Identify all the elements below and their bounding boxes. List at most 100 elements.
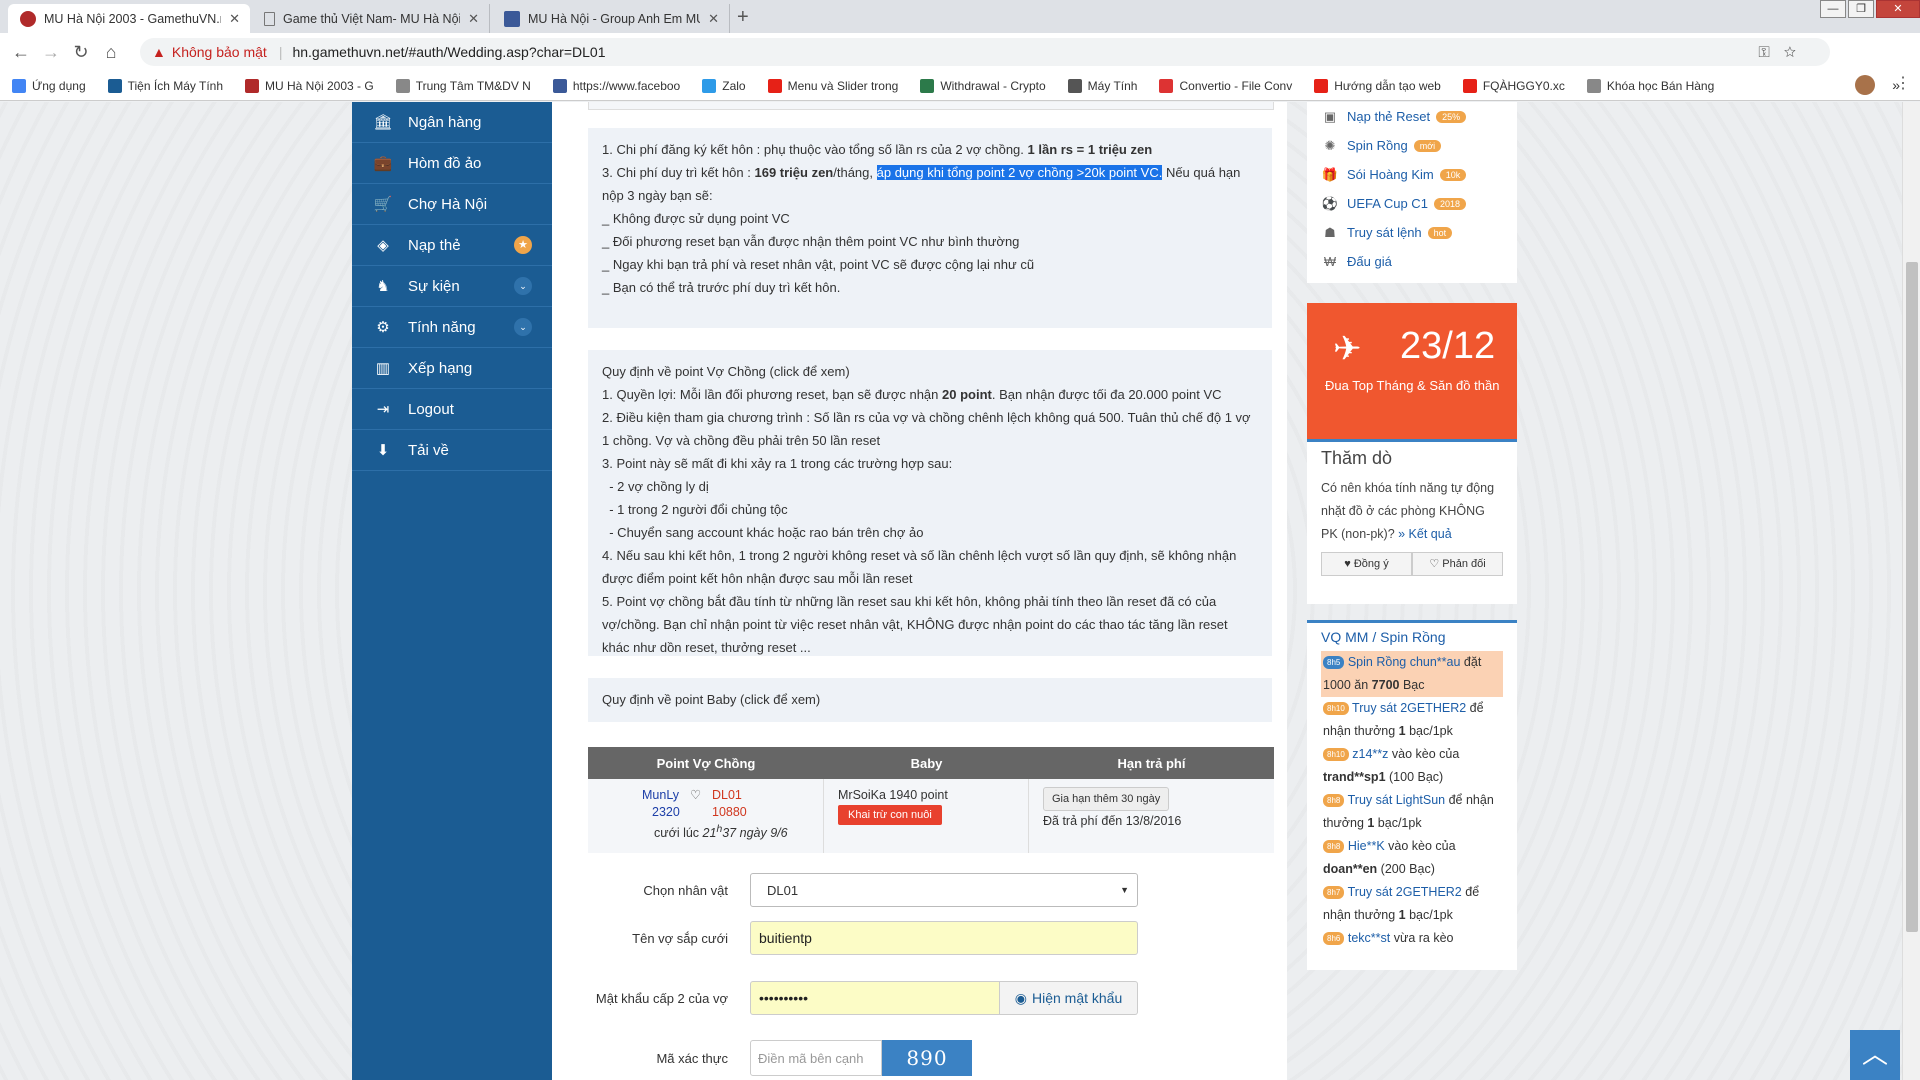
wife-name[interactable]: DL01 bbox=[712, 788, 742, 802]
sidebar-item[interactable]: ▥ Xếp hạng bbox=[352, 348, 552, 389]
sidebar-item[interactable]: 💼 Hòm đồ ảo bbox=[352, 143, 552, 184]
tab-title: MU Hà Nội - Group Anh Em MU bbox=[528, 11, 701, 26]
rule-line: - Chuyển sang account khác hoặc rao bán … bbox=[602, 525, 924, 540]
player-link[interactable]: Spin Rồng chun**au bbox=[1348, 655, 1461, 669]
scrollbar-thumb[interactable] bbox=[1906, 262, 1918, 932]
captcha-input[interactable]: Điền mã bên cạnh bbox=[750, 1040, 882, 1076]
bookmark-item[interactable]: Khóa học Bán Hàng bbox=[1586, 79, 1714, 93]
player-link[interactable]: tekc**st bbox=[1348, 931, 1390, 945]
close-tab-icon[interactable]: ✕ bbox=[708, 11, 719, 27]
rule-1: 1. Quyền lợi: Mỗi lần đối phương reset, … bbox=[602, 383, 1258, 406]
character-select[interactable]: DL01 ▼ bbox=[750, 873, 1138, 907]
spouse-name-input[interactable]: buitientp bbox=[750, 921, 1138, 955]
time-badge: 8h8 bbox=[1323, 840, 1345, 854]
bookmark-item[interactable]: Menu và Slider trong bbox=[767, 79, 898, 93]
reload-icon[interactable]: ↻ bbox=[66, 42, 96, 63]
time-badge: 8h7 bbox=[1323, 886, 1345, 900]
captcha-image[interactable]: 890 bbox=[882, 1040, 972, 1076]
rules-title[interactable]: Quy định về point Vợ Chồng (click để xem… bbox=[602, 360, 1258, 383]
feed-text: vào kèo của bbox=[1388, 747, 1460, 761]
sidebar-item[interactable]: 🛒 Chợ Hà Nội bbox=[352, 184, 552, 225]
agree-button[interactable]: ♥ Đồng ý bbox=[1321, 552, 1412, 576]
remove-baby-button[interactable]: Khai trừ con nuôi bbox=[838, 805, 942, 825]
security-status[interactable]: Không bảo mật bbox=[172, 44, 267, 60]
quick-link[interactable]: ☗ Truy sát lệnh hot bbox=[1321, 218, 1503, 247]
bookmark-item[interactable]: MU Hà Nội 2003 - G bbox=[245, 79, 374, 93]
baby-rules-panel[interactable]: Quy định về point Baby (click để xem) bbox=[588, 678, 1272, 722]
baby-rules-title[interactable]: Quy định về point Baby (click để xem) bbox=[602, 688, 1258, 711]
sidebar-item-label: Tải về bbox=[408, 441, 449, 459]
bookmark-item[interactable]: Zalo bbox=[702, 79, 746, 93]
password-input[interactable]: •••••••••• bbox=[750, 981, 1000, 1015]
bookmark-item[interactable]: Hướng dẫn tạo web bbox=[1314, 79, 1441, 93]
bookmark-item[interactable]: FQÀHGGY0.xc bbox=[1462, 79, 1565, 93]
bookmark-item[interactable]: Trung Tâm TM&DV N bbox=[395, 79, 531, 93]
tab-game-thu[interactable]: Game thủ Việt Nam- MU Hà Nội ✕ bbox=[252, 4, 490, 33]
bookmark-item[interactable]: Convertio - File Conv bbox=[1159, 79, 1292, 93]
link-icon: ✺ bbox=[1324, 137, 1336, 153]
button-label: Hiện mật khẩu bbox=[1031, 990, 1123, 1006]
forward-icon[interactable]: → bbox=[36, 42, 66, 63]
player-link[interactable]: z14**z bbox=[1352, 747, 1388, 761]
sidebar-item[interactable]: ⚙ Tính năng ⌄ bbox=[352, 307, 552, 348]
back-icon[interactable]: ← bbox=[6, 42, 36, 63]
poll-result-link[interactable]: » Kết quả bbox=[1398, 527, 1452, 541]
close-window-icon[interactable]: ✕ bbox=[1876, 0, 1920, 18]
new-tab-icon[interactable]: + bbox=[737, 6, 749, 29]
text-bold: 1 lần rs = 1 triệu zen bbox=[1027, 142, 1153, 157]
close-tab-icon[interactable]: ✕ bbox=[229, 11, 240, 27]
bookmark-item[interactable]: Withdrawal - Crypto bbox=[920, 79, 1046, 93]
quick-link[interactable]: ▣ Nạp thẻ Reset 25% bbox=[1321, 102, 1503, 131]
tab-facebook-group[interactable]: MU Hà Nội - Group Anh Em MU ✕ bbox=[492, 4, 730, 33]
home-icon[interactable]: ⌂ bbox=[96, 42, 126, 63]
feed-title[interactable]: VQ MM / Spin Rồng bbox=[1321, 629, 1503, 645]
close-tab-icon[interactable]: ✕ bbox=[468, 11, 479, 27]
key-icon[interactable]: ⚿ bbox=[1758, 44, 1783, 61]
bookmark-item[interactable]: Tiện Ích Máy Tính bbox=[107, 79, 223, 93]
disagree-button[interactable]: ♡ Phản đối bbox=[1412, 552, 1503, 576]
sidebar-item-label: Tính năng bbox=[408, 318, 476, 336]
player-link[interactable]: Hie**K bbox=[1348, 839, 1385, 853]
bookmark-item[interactable]: Ứng dụng bbox=[12, 79, 86, 93]
sidebar-item[interactable]: ⬇ Tải về bbox=[352, 430, 552, 471]
show-password-button[interactable]: ◉ Hiện mật khẩu bbox=[1000, 981, 1138, 1015]
tab-mu-hanoi[interactable]: MU Hà Nội 2003 - GamethuVN.n ✕ bbox=[8, 4, 250, 33]
quick-link[interactable]: ⚽ UEFA Cup C1 2018 bbox=[1321, 189, 1503, 218]
restore-icon[interactable]: ❐ bbox=[1848, 0, 1874, 18]
player-link[interactable]: Truy sát LightSun bbox=[1348, 793, 1446, 807]
quick-link[interactable]: 🎁 Sói Hoàng Kim 10k bbox=[1321, 160, 1503, 189]
chevron-down-icon[interactable]: ⌄ bbox=[514, 318, 532, 336]
player-link[interactable]: Truy sát 2GETHER2 bbox=[1352, 701, 1466, 715]
table-header: Point Vợ Chồng Baby Hạn trả phí bbox=[588, 747, 1274, 779]
bookmarks-more-icon[interactable]: » bbox=[1892, 77, 1900, 93]
link-badge: hot bbox=[1427, 226, 1453, 239]
quick-link[interactable]: ✺ Spin Rồng mới bbox=[1321, 131, 1503, 160]
url-text[interactable]: hn.gamethuvn.net/#auth/Wedding.asp?char=… bbox=[292, 44, 605, 60]
scroll-to-top-button[interactable]: ︿ bbox=[1850, 1030, 1900, 1080]
tab-title: Game thủ Việt Nam- MU Hà Nội bbox=[283, 11, 461, 26]
sidebar-item[interactable]: ⇥ Logout bbox=[352, 389, 552, 430]
vertical-scrollbar[interactable] bbox=[1902, 102, 1920, 1080]
sidebar-item[interactable]: ♞ Sự kiện ⌄ bbox=[352, 266, 552, 307]
cost-detail-line: _ Không được sử dụng point VC bbox=[602, 211, 790, 226]
quick-link[interactable]: ₩ Đấu giá bbox=[1321, 247, 1503, 276]
promo-banner[interactable]: ✈ 23/12 Đua Top Tháng & Săn đồ thần bbox=[1307, 303, 1517, 439]
bookmark-item[interactable]: https://www.faceboo bbox=[552, 79, 681, 93]
husband-name[interactable]: MunLy bbox=[642, 787, 690, 804]
bookmark-label: https://www.faceboo bbox=[572, 79, 681, 93]
link-badge: 2018 bbox=[1433, 197, 1466, 210]
sidebar-item[interactable]: ◈ Nạp thẻ ★ bbox=[352, 225, 552, 266]
form-row-spouse: Tên vợ sắp cưới buitientp bbox=[588, 920, 1274, 956]
bookmark-item[interactable]: Máy Tính bbox=[1067, 79, 1137, 93]
form-row-password: Mật khẩu cấp 2 của vợ •••••••••• ◉ Hiện m… bbox=[588, 980, 1274, 1016]
link-label: Spin Rồng bbox=[1347, 138, 1408, 153]
spouse-point-rules-panel[interactable]: Quy định về point Vợ Chồng (click để xem… bbox=[588, 350, 1272, 656]
sidebar-item[interactable]: 🏛 Ngân hàng bbox=[352, 102, 552, 143]
feed-suffix: (100 Bạc) bbox=[1385, 770, 1444, 784]
player-link[interactable]: Truy sát 2GETHER2 bbox=[1348, 885, 1462, 899]
minimize-icon[interactable]: — bbox=[1820, 0, 1846, 18]
chevron-down-icon[interactable]: ⌄ bbox=[514, 277, 532, 295]
extend-30-days-button[interactable]: Gia hạn thêm 30 ngày bbox=[1043, 787, 1170, 811]
address-bar[interactable]: ▲ Không bảo mật | hn.gamethuvn.net/#auth… bbox=[140, 38, 1830, 66]
star-icon[interactable]: ☆ bbox=[1784, 44, 1810, 61]
